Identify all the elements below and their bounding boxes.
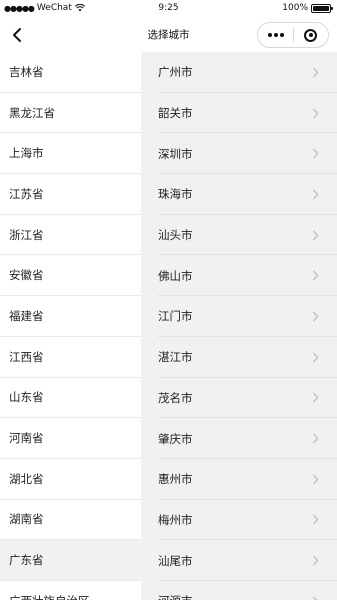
chevron-right-icon [313, 474, 319, 485]
city-label: 湛江市 [158, 350, 193, 365]
city-label: 广州市 [158, 65, 193, 80]
province-item[interactable]: 浙江省 [0, 214, 141, 256]
province-label: 广西壮族自治区 [9, 593, 90, 600]
city-item[interactable]: 广州市 [141, 52, 337, 93]
navigation-bar: 选择城市 [0, 18, 337, 52]
city-item[interactable]: 深圳市 [141, 133, 337, 174]
city-item[interactable]: 佛山市 [141, 255, 337, 296]
city-label: 珠海市 [158, 187, 193, 202]
chevron-right-icon [313, 311, 319, 322]
province-item[interactable]: 江西省 [0, 336, 141, 378]
province-label: 山东省 [9, 390, 44, 405]
city-item[interactable]: 茂名市 [141, 378, 337, 419]
chevron-right-icon [313, 148, 319, 159]
chevron-right-icon [313, 108, 319, 118]
city-label: 梅州市 [158, 512, 193, 527]
chevron-right-icon [313, 230, 319, 240]
province-item[interactable]: 广西壮族自治区 [0, 580, 141, 600]
chevron-right-icon [313, 189, 319, 200]
province-label: 广东省 [9, 553, 44, 568]
close-button[interactable] [294, 23, 328, 47]
mini-program-capsule [257, 22, 329, 48]
city-item[interactable]: 河源市 [141, 581, 337, 600]
chevron-right-icon [313, 555, 319, 566]
province-label: 黑龙江省 [9, 105, 55, 120]
province-label: 湖南省 [9, 512, 44, 527]
city-label: 惠州市 [158, 472, 193, 487]
city-item[interactable]: 梅州市 [141, 500, 337, 541]
city-label: 汕头市 [158, 228, 193, 243]
province-item[interactable]: 江苏省 [0, 174, 141, 215]
chevron-right-icon [313, 352, 319, 363]
city-item[interactable]: 湛江市 [141, 337, 337, 378]
chevron-right-icon [313, 596, 318, 600]
province-label: 江苏省 [9, 186, 44, 201]
chevron-right-icon [313, 67, 319, 78]
chevron-right-icon [313, 392, 319, 403]
province-item[interactable]: 福建省 [0, 296, 141, 337]
city-label: 韶关市 [158, 106, 193, 121]
city-item[interactable]: 韶关市 [141, 93, 337, 134]
city-label: 深圳市 [158, 146, 193, 161]
more-dots-icon [267, 33, 272, 37]
status-right: 100% [282, 3, 333, 13]
province-label: 安徽省 [9, 268, 44, 283]
province-list[interactable]: 吉林省黑龙江省上海市江苏省浙江省安徽省福建省江西省山东省河南省湖北省湖南省广东省… [0, 52, 141, 600]
chevron-right-icon [313, 433, 319, 444]
province-item[interactable]: 山东省 [0, 377, 141, 419]
province-item[interactable]: 湖南省 [0, 499, 141, 541]
province-label: 上海市 [9, 146, 44, 161]
battery-icon [311, 3, 333, 13]
province-label: 江西省 [9, 349, 44, 364]
city-item[interactable]: 江门市 [141, 296, 337, 337]
more-button[interactable] [258, 23, 293, 47]
city-label: 佛山市 [158, 268, 193, 283]
city-item[interactable]: 珠海市 [141, 174, 337, 215]
province-label: 湖北省 [9, 471, 44, 486]
province-item[interactable]: 安徽省 [0, 255, 141, 297]
province-item[interactable]: 湖北省 [0, 458, 141, 500]
province-item[interactable]: 上海市 [0, 133, 141, 175]
city-item[interactable]: 汕头市 [141, 215, 337, 256]
city-label: 江门市 [158, 309, 193, 324]
battery-percentage: 100% [282, 3, 308, 13]
province-item[interactable]: 河南省 [0, 418, 141, 459]
target-icon [304, 28, 318, 42]
province-item[interactable]: 广东省 [0, 540, 141, 581]
status-bar: ●●●●● WeChat 9:25 100% [0, 0, 337, 18]
city-list[interactable]: 广州市韶关市深圳市珠海市汕头市佛山市江门市湛江市茂名市肇庆市惠州市梅州市汕尾市河… [141, 52, 337, 600]
province-item[interactable]: 吉林省 [0, 52, 141, 93]
province-label: 浙江省 [9, 227, 44, 242]
city-item[interactable]: 肇庆市 [141, 418, 337, 459]
province-label: 河南省 [9, 431, 44, 446]
province-item[interactable]: 黑龙江省 [0, 92, 141, 134]
chevron-right-icon [313, 515, 319, 525]
city-label: 河源市 [158, 593, 312, 600]
city-item[interactable]: 惠州市 [141, 459, 337, 500]
city-label: 汕尾市 [158, 553, 193, 568]
city-label: 茂名市 [158, 390, 193, 405]
province-label: 福建省 [9, 308, 44, 323]
province-label: 吉林省 [9, 64, 44, 79]
chevron-right-icon [313, 270, 319, 281]
city-label: 肇庆市 [158, 431, 193, 446]
city-item[interactable]: 汕尾市 [141, 540, 337, 581]
